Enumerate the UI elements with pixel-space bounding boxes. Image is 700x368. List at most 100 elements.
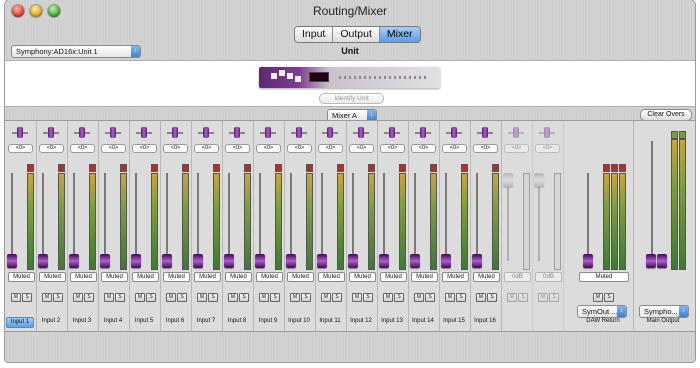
fader-knob[interactable]	[503, 173, 513, 187]
mute-button[interactable]: M	[538, 293, 548, 302]
mute-button[interactable]: M	[259, 293, 269, 302]
pan-slider[interactable]	[539, 126, 555, 140]
channel-label[interactable]: Input 6	[161, 317, 189, 326]
mute-status[interactable]: Muted	[442, 272, 469, 282]
solo-button[interactable]: S	[456, 293, 466, 302]
solo-button[interactable]: S	[518, 293, 528, 302]
pan-slider[interactable]	[43, 126, 59, 140]
pan-slider[interactable]	[322, 126, 338, 140]
fader-knob[interactable]	[193, 254, 203, 268]
pan-slider[interactable]	[12, 126, 28, 140]
pan-knob[interactable]	[513, 127, 519, 138]
mute-button[interactable]: M	[290, 293, 300, 302]
channel-label[interactable]: Input 11	[316, 317, 344, 326]
fader-knob[interactable]	[317, 254, 327, 268]
solo-button[interactable]: S	[549, 293, 559, 302]
mute-button[interactable]: M	[104, 293, 114, 302]
pan-knob[interactable]	[544, 127, 550, 138]
mute-button[interactable]: M	[197, 293, 207, 302]
fader-knob[interactable]	[286, 254, 296, 268]
fader-knob[interactable]	[379, 254, 389, 268]
channel-label[interactable]: Input 3	[68, 317, 96, 326]
pan-knob[interactable]	[265, 127, 271, 138]
fader-knob[interactable]	[100, 254, 110, 268]
mute-button[interactable]: M	[11, 293, 21, 302]
pan-knob[interactable]	[327, 127, 333, 138]
pan-knob[interactable]	[17, 127, 23, 138]
pan-knob[interactable]	[172, 127, 178, 138]
pan-slider[interactable]	[477, 126, 493, 140]
mute-button[interactable]: M	[73, 293, 83, 302]
mute-button[interactable]: M	[352, 293, 362, 302]
channel-label[interactable]: Input 1	[6, 317, 34, 328]
solo-button[interactable]: S	[53, 293, 63, 302]
pan-slider[interactable]	[415, 126, 431, 140]
fader-knob[interactable]	[348, 254, 358, 268]
pan-knob[interactable]	[296, 127, 302, 138]
mute-status[interactable]: Muted	[473, 272, 500, 282]
mute-status[interactable]: Muted	[101, 272, 128, 282]
solo-button[interactable]: S	[363, 293, 373, 302]
pan-slider[interactable]	[105, 126, 121, 140]
pan-knob[interactable]	[48, 127, 54, 138]
channel-label[interactable]: Input 8	[223, 317, 251, 326]
solo-button[interactable]: S	[301, 293, 311, 302]
mute-status[interactable]: Muted	[349, 272, 376, 282]
channel-label[interactable]: Input 12	[347, 317, 375, 326]
mute-status[interactable]: Muted	[132, 272, 159, 282]
tab-output[interactable]: Output	[333, 27, 380, 42]
pan-knob[interactable]	[482, 127, 488, 138]
mute-status[interactable]: Muted	[287, 272, 314, 282]
mute-status[interactable]: Muted	[579, 272, 629, 282]
pan-slider[interactable]	[167, 126, 183, 140]
mute-button[interactable]: M	[135, 293, 145, 302]
channel-label[interactable]: Input 7	[192, 317, 220, 326]
channel-label[interactable]: Input 16	[471, 317, 499, 326]
pan-slider[interactable]	[260, 126, 276, 140]
channel-label[interactable]: Input 4	[99, 317, 127, 326]
solo-button[interactable]: S	[22, 293, 32, 302]
pan-knob[interactable]	[234, 127, 240, 138]
pan-knob[interactable]	[358, 127, 364, 138]
pan-slider[interactable]	[291, 126, 307, 140]
mute-button[interactable]: M	[593, 293, 603, 302]
pan-knob[interactable]	[79, 127, 85, 138]
mute-button[interactable]: M	[42, 293, 52, 302]
pan-slider[interactable]	[353, 126, 369, 140]
fader-knob[interactable]	[657, 254, 667, 268]
channel-label[interactable]: Input 15	[440, 317, 468, 326]
fader-knob[interactable]	[534, 173, 544, 187]
solo-button[interactable]: S	[208, 293, 218, 302]
mute-button[interactable]: M	[321, 293, 331, 302]
channel-label[interactable]: Input 5	[130, 317, 158, 326]
fader-knob[interactable]	[646, 254, 656, 268]
fader-knob[interactable]	[583, 254, 593, 268]
mute-status[interactable]: Muted	[411, 272, 438, 282]
solo-button[interactable]: S	[425, 293, 435, 302]
fader-knob[interactable]	[224, 254, 234, 268]
mute-status[interactable]: Muted	[8, 272, 35, 282]
channel-label[interactable]: Input 13	[378, 317, 406, 326]
mute-button[interactable]: M	[228, 293, 238, 302]
fader-knob[interactable]	[131, 254, 141, 268]
solo-button[interactable]: S	[394, 293, 404, 302]
channel-label[interactable]: Input 2	[37, 317, 65, 326]
fader-knob[interactable]	[7, 254, 17, 268]
mute-status[interactable]: Muted	[380, 272, 407, 282]
pan-knob[interactable]	[110, 127, 116, 138]
mute-status[interactable]: Muted	[318, 272, 345, 282]
fader-knob[interactable]	[162, 254, 172, 268]
pan-slider[interactable]	[198, 126, 214, 140]
fader-knob[interactable]	[441, 254, 451, 268]
tab-input[interactable]: Input	[295, 27, 334, 42]
pan-slider[interactable]	[446, 126, 462, 140]
solo-button[interactable]: S	[177, 293, 187, 302]
solo-button[interactable]: S	[239, 293, 249, 302]
channel-label[interactable]: Input 9	[254, 317, 282, 326]
tab-mixer[interactable]: Mixer	[379, 27, 420, 42]
solo-button[interactable]: S	[146, 293, 156, 302]
pan-knob[interactable]	[141, 127, 147, 138]
mute-button[interactable]: M	[445, 293, 455, 302]
solo-button[interactable]: S	[84, 293, 94, 302]
pan-knob[interactable]	[389, 127, 395, 138]
